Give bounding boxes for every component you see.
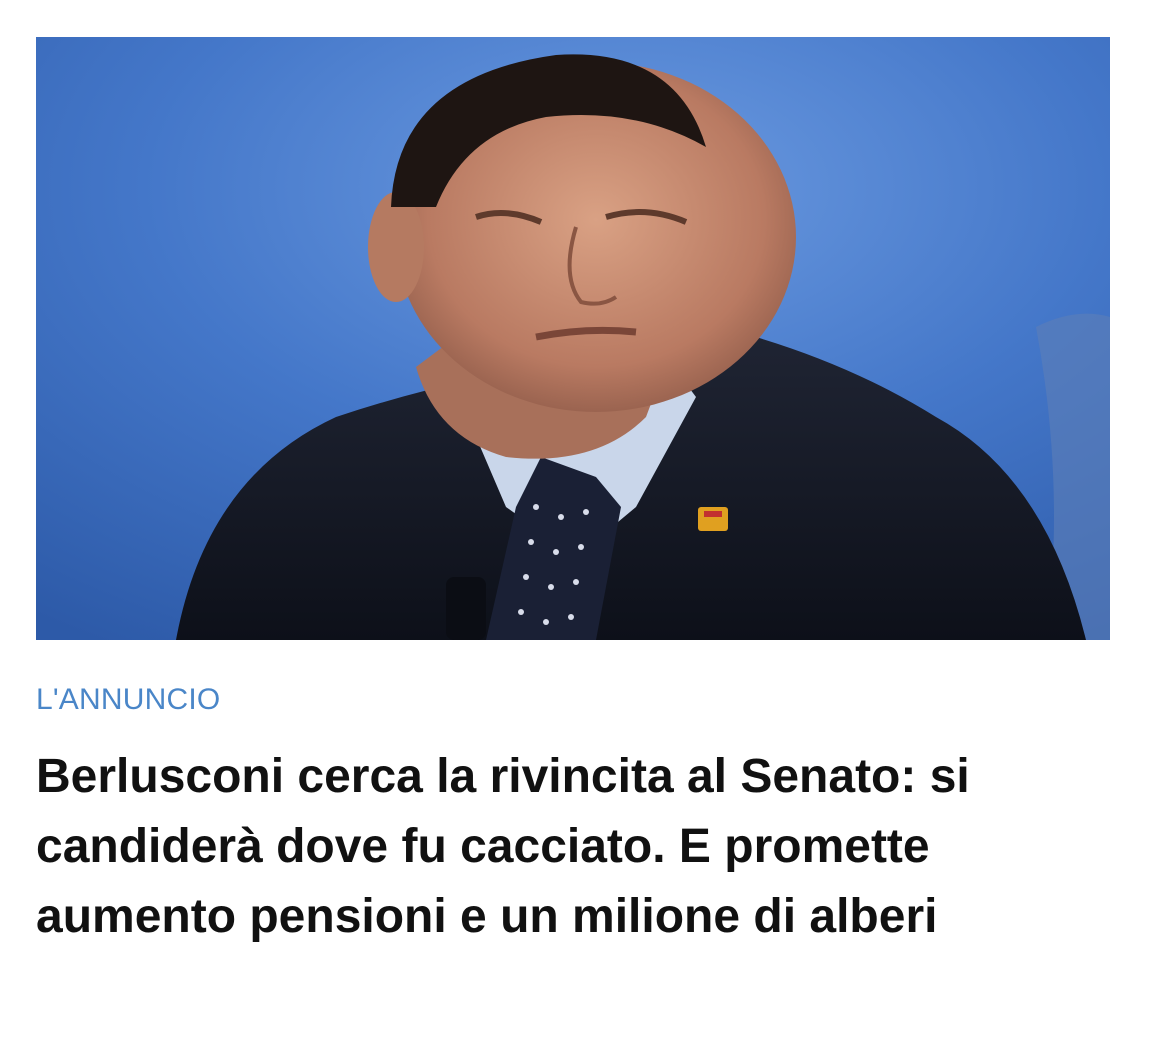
article-headline[interactable]: Berlusconi cerca la rivincita al Senato:… (36, 742, 1096, 952)
portrait-photo (36, 37, 1110, 640)
article-card[interactable]: L'ANNUNCIO Berlusconi cerca la rivincita… (36, 37, 1110, 952)
article-image[interactable] (36, 37, 1110, 640)
article-category-label[interactable]: L'ANNUNCIO (36, 682, 1110, 718)
lapel-pin-icon (698, 507, 728, 531)
